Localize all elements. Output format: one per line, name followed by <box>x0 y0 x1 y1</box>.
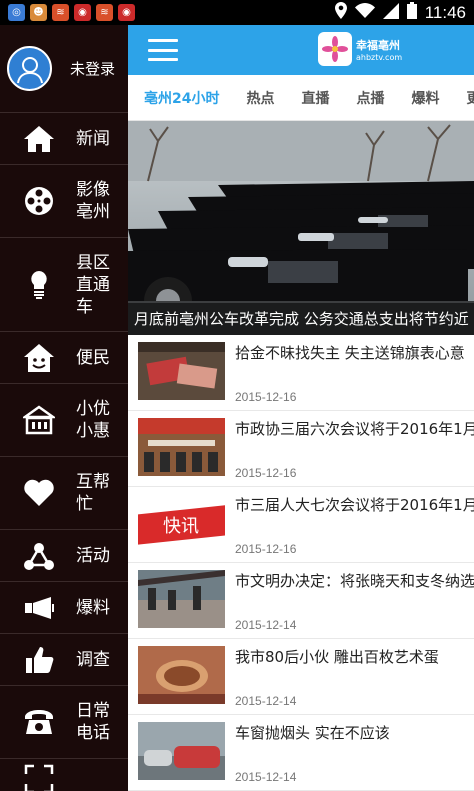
list-item[interactable]: 我市80后小伙 雕出百枚艺术蛋 2015-12-14 <box>128 639 474 715</box>
news-date: 2015-12-14 <box>235 770 297 784</box>
smile-house-icon <box>22 341 56 375</box>
hero-caption: 月底前亳州公车改革完成 公务交通总支出将节约近 <box>128 303 474 335</box>
flower-logo-icon <box>318 32 352 66</box>
news-thumbnail: 快讯 <box>138 494 225 552</box>
news-title: 市三届人大七次会议将于2016年1月 <box>235 496 474 514</box>
sidebar-item-tipoff[interactable]: 爆料 <box>0 582 128 634</box>
basket-icon <box>22 403 56 437</box>
sidebar-item-county-express[interactable]: 县区 直通 车 <box>0 238 128 332</box>
sidebar-item-label: 互帮 忙 <box>76 472 110 514</box>
signal-icon <box>382 2 399 23</box>
sidebar-item-convenience[interactable]: 便民 <box>0 332 128 384</box>
heart-icon <box>22 476 56 510</box>
location-icon <box>334 2 347 23</box>
list-item[interactable]: 市文明办决定：将张晓天和支冬纳选 2015-12-14 <box>128 563 474 639</box>
tab-tipoff[interactable]: 爆料 <box>411 88 439 108</box>
tab-live[interactable]: 直播 <box>301 88 329 108</box>
news-title: 市文明办决定：将张晓天和支冬纳选 <box>235 572 474 590</box>
scan-frame-icon <box>22 762 56 791</box>
main-panel: 幸福亳州 ahbztv.com 亳州24小时 热点 直播 点播 爆料 更 月底前… <box>128 25 474 791</box>
sidebar-item-label: 活动 <box>76 545 110 566</box>
list-item[interactable]: 车窗抛烟头 实在不应该 2015-12-14 <box>128 715 474 791</box>
battery-icon <box>406 2 417 23</box>
news-title: 我市80后小伙 雕出百枚艺术蛋 <box>235 648 439 666</box>
sidebar-item-survey[interactable]: 调查 <box>0 634 128 686</box>
news-thumbnail <box>138 418 225 476</box>
sidebar-item-deals[interactable]: 小优 小惠 <box>0 384 128 457</box>
news-date: 2015-12-16 <box>235 466 297 480</box>
avatar[interactable] <box>7 46 52 91</box>
status-bar: ◎ ☻ ≋ ◉ ≋ ◉ 11:46 <box>0 0 474 25</box>
sidebar-item-activities[interactable]: 活动 <box>0 530 128 582</box>
bulb-icon <box>22 268 56 302</box>
logo-url: ahbztv.com <box>356 52 403 62</box>
sidebar-item-label: 新闻 <box>76 128 110 149</box>
sidebar-item-label: 爆料 <box>76 597 110 618</box>
list-item[interactable]: 拾金不昧找失主 失主送锦旗表心意 2015-12-16 <box>128 335 474 411</box>
profile-header[interactable]: 未登录 <box>0 25 128 113</box>
notification-app-icon-2: ☻ <box>30 4 47 21</box>
sidebar-item-label: 日常 电话 <box>76 701 110 743</box>
megaphone-icon <box>22 591 56 625</box>
sidebar-item-news[interactable]: 新闻 <box>0 113 128 165</box>
notification-app-icon-5: ≋ <box>96 4 113 21</box>
sidebar-item-label: 小优 小惠 <box>76 399 110 441</box>
hero-banner[interactable]: 月底前亳州公车改革完成 公务交通总支出将节约近 <box>128 121 474 335</box>
sidebar-item-video-bozhou[interactable]: 影像 亳州 <box>0 165 128 238</box>
sidebar-item-label: 县区 直通 车 <box>76 252 110 317</box>
news-thumbnail <box>138 342 225 400</box>
tab-more[interactable]: 更 <box>466 88 474 108</box>
news-stamp-text: 快讯 <box>163 516 199 537</box>
news-thumbnail <box>138 570 225 628</box>
news-date: 2015-12-16 <box>235 390 297 404</box>
phone-icon <box>22 705 56 739</box>
news-thumbnail <box>138 722 225 780</box>
notification-app-icon-6: ◉ <box>118 4 135 21</box>
notification-app-icon-1: ◎ <box>8 4 25 21</box>
sidebar-item-mutual-help[interactable]: 互帮 忙 <box>0 457 128 530</box>
news-list: 拾金不昧找失主 失主送锦旗表心意 2015-12-16 市政协三届六次会议将于2… <box>128 335 474 791</box>
news-thumbnail <box>138 646 225 704</box>
sidebar-item-more[interactable] <box>0 759 128 791</box>
login-status-label[interactable]: 未登录 <box>70 58 115 79</box>
menu-icon[interactable] <box>148 39 178 61</box>
thumbs-up-icon <box>22 643 56 677</box>
sidebar-item-label: 影像 亳州 <box>76 180 110 222</box>
list-item[interactable]: 快讯 市三届人大七次会议将于2016年1月 2015-12-16 <box>128 487 474 563</box>
home-icon <box>22 122 56 156</box>
clock: 11:46 <box>424 2 466 22</box>
news-title: 市政协三届六次会议将于2016年1月 <box>235 420 474 438</box>
logo-name: 幸福亳州 <box>356 38 400 52</box>
app-header: 幸福亳州 ahbztv.com <box>128 25 474 75</box>
list-item[interactable]: 市政协三届六次会议将于2016年1月 2015-12-16 <box>128 411 474 487</box>
news-date: 2015-12-14 <box>235 618 297 632</box>
tab-hot[interactable]: 热点 <box>246 88 274 108</box>
sidebar-drawer: 未登录 新闻 影像 亳州 县区 直通 车 便民 小优 小惠 互帮 忙 活动 爆料… <box>0 25 128 791</box>
app-logo: 幸福亳州 ahbztv.com <box>318 32 402 66</box>
category-tabs: 亳州24小时 热点 直播 点播 爆料 更 <box>128 75 474 121</box>
news-title: 拾金不昧找失主 失主送锦旗表心意 <box>235 344 465 362</box>
sidebar-item-daily-phone[interactable]: 日常 电话 <box>0 686 128 759</box>
share-nodes-icon <box>22 539 56 573</box>
news-date: 2015-12-16 <box>235 542 297 556</box>
film-reel-icon <box>22 184 56 218</box>
user-icon <box>16 56 43 83</box>
notification-app-icon-4: ◉ <box>74 4 91 21</box>
notification-app-icon-3: ≋ <box>52 4 69 21</box>
news-title: 车窗抛烟头 实在不应该 <box>235 724 390 742</box>
news-date: 2015-12-14 <box>235 694 297 708</box>
sidebar-item-label: 便民 <box>76 347 110 368</box>
tab-bozhou-24h[interactable]: 亳州24小时 <box>144 88 219 108</box>
sidebar-item-label: 调查 <box>76 649 110 670</box>
tab-on-demand[interactable]: 点播 <box>356 88 384 108</box>
wifi-icon <box>354 3 375 22</box>
